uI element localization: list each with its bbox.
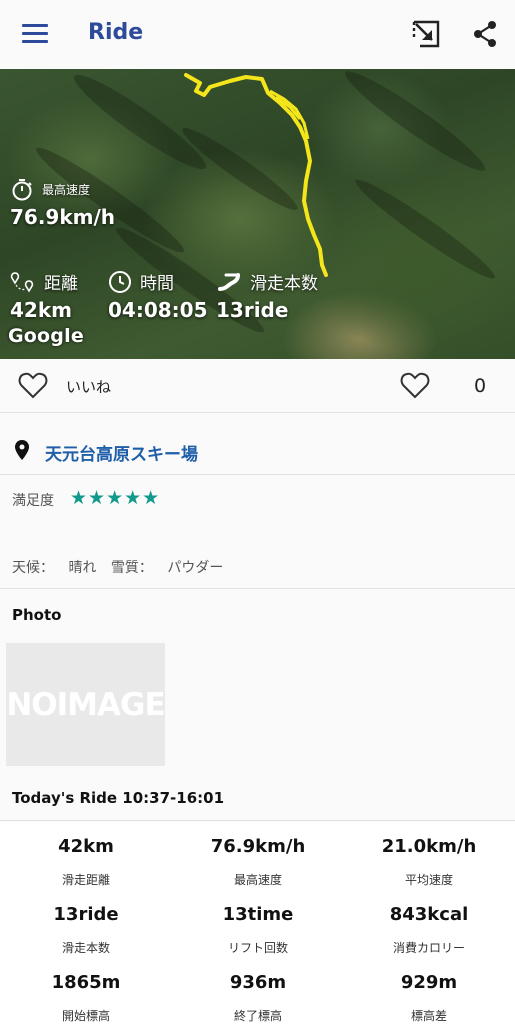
stat-value: 76.9km/h	[210, 836, 306, 857]
satisfaction-stars: ★★★★★	[70, 487, 161, 509]
stat-end-elevation: 936m 終了標高	[172, 972, 344, 1024]
time-overlay: 時間 04:08:05	[108, 269, 208, 322]
stat-start-elevation: 1865m 開始標高	[0, 972, 172, 1024]
stat-label: リフト回数	[227, 941, 288, 955]
photo-title: Photo	[12, 606, 62, 624]
conditions-line: 天候： 晴れ 雪質： パウダー	[12, 557, 233, 577]
page-title: Ride	[88, 20, 144, 45]
map-attribution-logo: Google	[8, 325, 84, 347]
share-icon[interactable]	[472, 20, 498, 48]
stat-value: 13time	[222, 904, 294, 925]
runs-label: 滑走本数	[250, 274, 318, 294]
like-row: いいね 0	[0, 359, 515, 413]
stat-value: 843kcal	[389, 904, 469, 925]
weather-label: 天候：	[12, 560, 54, 576]
stat-calories: 843kcal 消費カロリー	[343, 904, 515, 956]
time-label: 時間	[140, 274, 174, 294]
stat-value: 1865m	[51, 972, 121, 993]
photo-placeholder[interactable]: NOIMAGE	[6, 643, 166, 766]
ride-details: 満足度 ★★★★★ 天候： 晴れ 雪質： パウダー	[0, 475, 515, 589]
stat-label: 消費カロリー	[392, 941, 465, 955]
weather-value: 晴れ	[68, 560, 97, 576]
stat-value: 42km	[58, 836, 114, 857]
ski-resort-link[interactable]: 天元台高原スキー場	[45, 440, 198, 465]
stat-value: 929m	[400, 972, 458, 993]
stat-max-speed: 76.9km/h 最高速度	[172, 836, 344, 888]
map-pin-icon	[15, 440, 29, 460]
photo-section: Photo NOIMAGE Today's Ride 10:37-16:01	[0, 589, 515, 821]
distance-overlay: 距離 42km	[10, 269, 78, 322]
satisfaction-label: 満足度	[12, 493, 54, 509]
stopwatch-icon	[12, 179, 32, 201]
stat-label: 最高速度	[233, 873, 282, 887]
clock-icon	[109, 270, 131, 293]
stat-avg-speed: 21.0km/h 平均速度	[343, 836, 515, 888]
runs-value: 13ride	[216, 298, 289, 322]
route-pins-icon	[10, 271, 34, 293]
stat-label: 滑走距離	[61, 873, 110, 887]
distance-label: 距離	[44, 274, 78, 294]
stats-grid: 42km 滑走距離 76.9km/h 最高速度 21.0km/h 平均速度 13…	[0, 822, 515, 1024]
stat-value: 936m	[229, 972, 287, 993]
stat-lifts: 13time リフト回数	[172, 904, 344, 956]
stat-distance: 42km 滑走距離	[0, 836, 172, 888]
menu-icon[interactable]	[22, 24, 48, 44]
stat-label: 標高差	[410, 1009, 447, 1023]
location-row[interactable]: 天元台高原スキー場	[0, 413, 515, 475]
todays-ride-summary: Today's Ride 10:37-16:01	[12, 789, 225, 807]
like-count: 0	[474, 375, 487, 397]
runs-overlay: 滑走本数 13ride	[216, 269, 318, 322]
like-heart-icon[interactable]	[18, 371, 48, 399]
stat-value: 21.0km/h	[381, 836, 477, 857]
app-bar: Ride	[0, 0, 515, 69]
time-value: 04:08:05	[108, 298, 208, 322]
max-speed-value: 76.9km/h	[10, 205, 116, 229]
distance-value: 42km	[10, 298, 72, 322]
no-image-text: NOIMAGE	[6, 686, 165, 723]
stat-label: 開始標高	[61, 1009, 110, 1023]
stat-label: 滑走本数	[61, 941, 110, 955]
like-label[interactable]: いいね	[66, 376, 111, 397]
ski-run-icon	[218, 272, 240, 291]
stat-value: 13ride	[53, 904, 119, 925]
route-map[interactable]: 最高速度 76.9km/h 距離 42km 時間 04:08:05 滑走本数 1…	[0, 69, 515, 359]
max-speed-overlay: 最高速度 76.9km/h	[10, 177, 115, 229]
cast-icon[interactable]	[410, 18, 442, 50]
max-speed-label: 最高速度	[42, 182, 91, 197]
stat-label: 平均速度	[404, 873, 453, 887]
snow-value: パウダー	[167, 560, 224, 576]
stat-runs: 13ride 滑走本数	[0, 904, 172, 956]
stat-label: 終了標高	[233, 1009, 282, 1023]
like-count-heart-icon[interactable]	[400, 371, 430, 399]
snow-label: 雪質：	[110, 560, 153, 576]
stat-elevation-diff: 929m 標高差	[343, 972, 515, 1024]
